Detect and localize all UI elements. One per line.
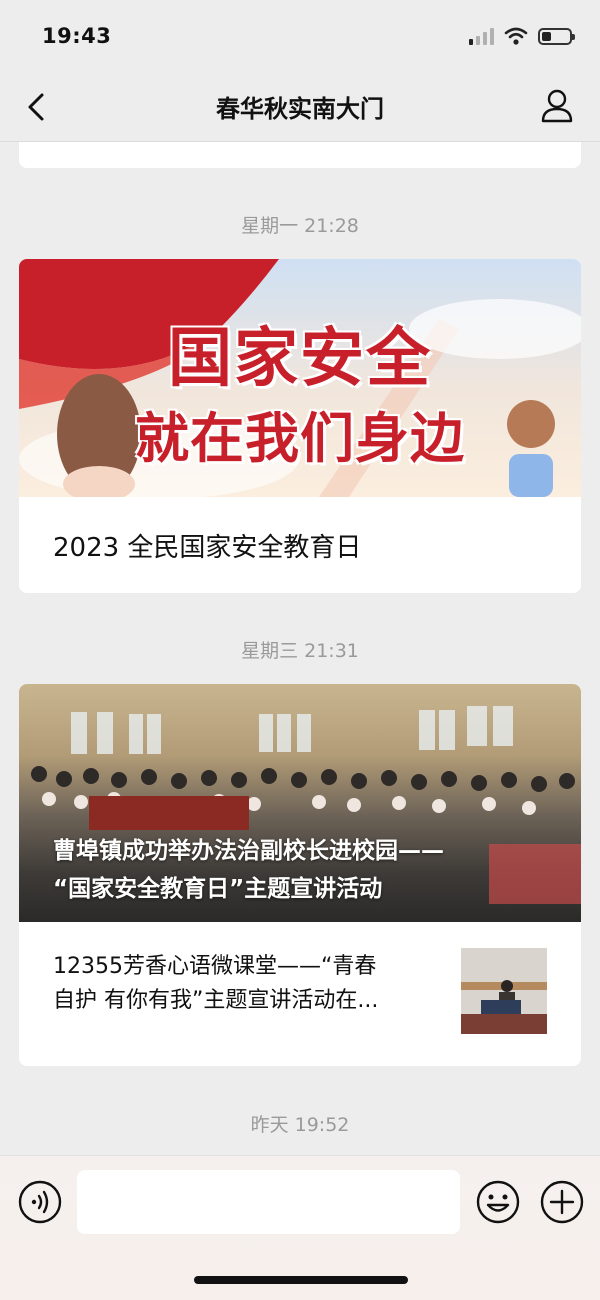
message-input[interactable] — [77, 1170, 460, 1234]
status-time: 19:43 — [42, 24, 112, 48]
battery-level — [542, 31, 552, 41]
message-timestamp: 星期三 21:31 — [241, 640, 359, 662]
status-bar: 19:43 — [0, 0, 600, 72]
article-banner-image: 国家安全 就在我们身边 — [19, 259, 581, 497]
article-title: 2023 全民国家安全教育日 — [53, 532, 362, 563]
message-timestamp: 昨天 19:52 — [250, 1114, 350, 1136]
article-sub-item[interactable]: 12355芳香心语微课堂——“青春 自护 有你有我”主题宣讲活动在... — [19, 922, 581, 1066]
article-card[interactable]: 国家安全 就在我们身边 2023 全民国家安全教育日 — [19, 259, 581, 593]
home-indicator[interactable] — [194, 1276, 408, 1284]
article-main-title-line2: “国家安全教育日”主题宣讲活动 — [53, 876, 383, 902]
banner-subheadline: 就在我们身边 — [135, 407, 465, 470]
battery-icon — [538, 27, 575, 45]
signal-icon — [469, 27, 494, 45]
article-sub-title: 12355芳香心语微课堂——“青春 自护 有你有我”主题宣讲活动在... — [53, 950, 431, 1018]
voice-icon[interactable] — [18, 1180, 62, 1224]
emoji-icon[interactable] — [476, 1180, 520, 1224]
article-main-title-line1: 曹埠镇成功举办法治副校长进校园—— — [53, 838, 444, 864]
previous-message-card[interactable] — [19, 142, 581, 168]
article-sub-title-line1: 12355芳香心语微课堂——“青春 — [53, 954, 377, 979]
article-banner-image[interactable]: 曹埠镇成功举办法治副校长进校园—— “国家安全教育日”主题宣讲活动 — [19, 684, 581, 922]
wifi-icon — [504, 27, 528, 45]
plus-icon[interactable] — [540, 1180, 584, 1224]
person-icon[interactable] — [540, 88, 574, 124]
status-icons — [469, 27, 575, 45]
nav-bar: 春华秋实南大门 — [0, 72, 600, 142]
article-thumbnail — [461, 948, 547, 1034]
article-card[interactable]: 曹埠镇成功举办法治副校长进校园—— “国家安全教育日”主题宣讲活动 12355芳… — [19, 684, 581, 1066]
chat-title: 春华秋实南大门 — [216, 95, 384, 123]
message-timestamp: 星期一 21:28 — [241, 215, 359, 237]
article-main-title: 曹埠镇成功举办法治副校长进校园—— “国家安全教育日”主题宣讲活动 — [53, 832, 571, 908]
banner-headline: 国家安全 — [168, 322, 432, 396]
chevron-left-icon[interactable] — [22, 90, 52, 124]
article-sub-title-line2: 自护 有你有我”主题宣讲活动在... — [53, 988, 379, 1013]
